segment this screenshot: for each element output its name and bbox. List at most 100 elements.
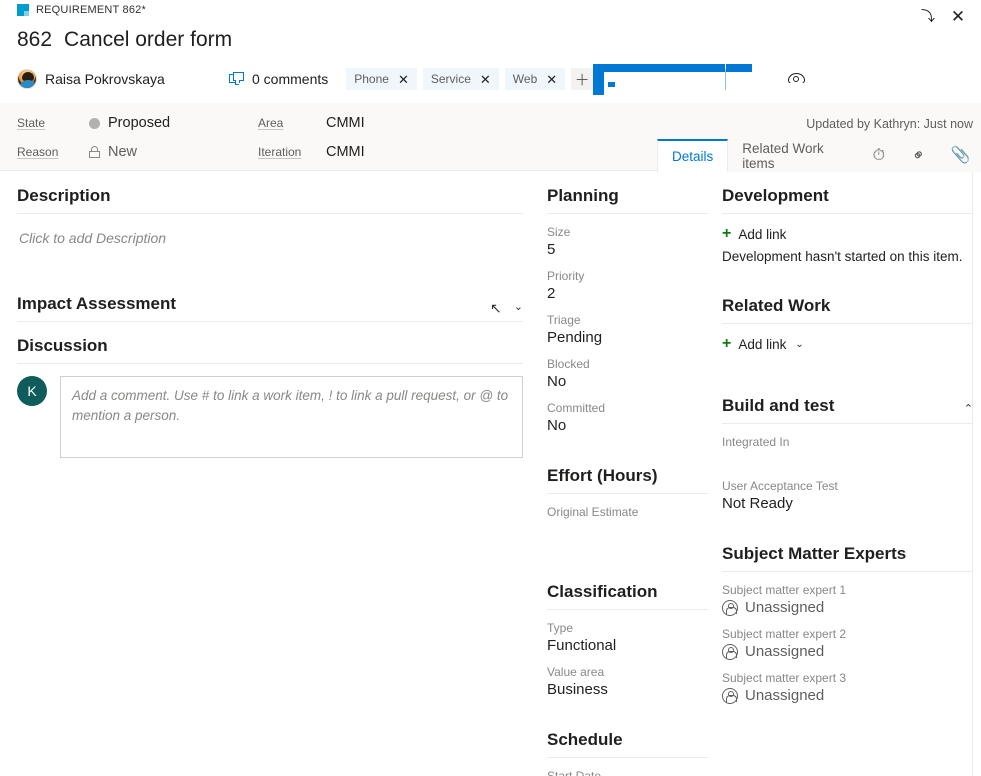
field-value-area[interactable]: Value area Business <box>547 654 708 698</box>
field-label: Integrated In <box>722 435 973 451</box>
related-work-heading: Related Work <box>722 282 973 323</box>
restore-down-icon: ⤵ <box>921 9 935 23</box>
tag-phone[interactable]: Phone ✕ <box>346 68 417 90</box>
area-field[interactable]: Area CMMI <box>258 115 365 131</box>
field-value: Not Ready <box>722 495 973 512</box>
assigned-to-field[interactable]: Raisa Pokrovskaya <box>17 69 229 89</box>
field-value: Pending <box>547 329 708 346</box>
development-add-link-button[interactable]: + Add link <box>722 214 973 242</box>
avatar <box>17 69 37 89</box>
work-item-title[interactable]: Cancel order form <box>64 28 232 52</box>
field-value: No <box>547 417 708 434</box>
tag-web[interactable]: Web ✕ <box>505 68 565 90</box>
field-triage[interactable]: Triage Pending <box>547 302 708 346</box>
close-icon: ✕ <box>951 8 965 25</box>
chevron-down-icon[interactable]: ⌄ <box>795 339 803 350</box>
field-value: No <box>547 373 708 390</box>
field-label: Type <box>547 621 708 637</box>
tab-history[interactable]: ⏱ <box>858 139 899 172</box>
field-size[interactable]: Size 5 <box>547 214 708 258</box>
field-subject-matter-expert-2[interactable]: Subject matter expert 2 Unassigned <box>722 616 973 660</box>
comment-input[interactable]: Add a comment. Use # to link a work item… <box>60 376 523 458</box>
tag-remove-icon[interactable]: ✕ <box>398 73 409 86</box>
field-label: Original Estimate <box>547 505 708 521</box>
plus-icon: + <box>722 336 731 352</box>
discussion-compose-row: K Add a comment. Use # to link a work it… <box>17 364 523 458</box>
effort-heading: Effort (Hours) <box>547 452 708 493</box>
comment-icon <box>229 72 245 86</box>
iteration-field[interactable]: Iteration CMMI <box>258 144 365 160</box>
field-value: Functional <box>547 637 708 654</box>
description-heading: Description <box>17 172 523 213</box>
field-committed[interactable]: Committed No <box>547 390 708 434</box>
work-item-form: REQUIREMENT 862* 862 Cancel order form R… <box>0 0 981 776</box>
field-label: Priority <box>547 269 708 285</box>
person-name: Unassigned <box>745 599 824 616</box>
subject-matter-experts-heading: Subject Matter Experts <box>722 530 973 571</box>
tag-label: Phone <box>354 72 389 86</box>
reason-value: New <box>89 144 137 160</box>
description-input[interactable]: Click to add Description <box>17 214 523 262</box>
attachment-icon: 📎 <box>951 148 971 164</box>
build-and-test-header: Build and test ⌃ <box>722 382 973 423</box>
column-divider <box>972 172 973 776</box>
work-item-id: 862 <box>17 28 52 52</box>
chevron-down-icon[interactable]: ⌄ <box>514 302 523 313</box>
tab-related-work-items[interactable]: Related Work items <box>728 139 858 172</box>
field-value <box>547 521 708 538</box>
field-blocked[interactable]: Blocked No <box>547 346 708 390</box>
field-user-acceptance-test[interactable]: User Acceptance Test Not Ready <box>722 468 973 512</box>
field-value: 2 <box>547 285 708 302</box>
field-priority[interactable]: Priority 2 <box>547 258 708 302</box>
field-value: Unassigned <box>722 687 973 704</box>
lock-icon <box>89 146 100 158</box>
development-heading: Development <box>722 172 973 213</box>
field-label: Committed <box>547 401 708 417</box>
development-note: Development hasn't started on this item. <box>722 242 973 264</box>
tag-list: Phone ✕ Service ✕ Web ✕ ＋ <box>346 68 593 90</box>
field-start-date: Start Date <box>547 758 708 776</box>
field-integrated-in: Integrated In <box>722 424 973 468</box>
related-work-add-link-button[interactable]: + Add link ⌄ <box>722 324 973 352</box>
comments-button[interactable]: 0 comments <box>229 71 328 87</box>
window-controls: ⤵ ✕ <box>913 2 973 30</box>
state-field[interactable]: State Proposed <box>17 115 170 131</box>
area-value: CMMI <box>326 115 365 131</box>
field-value: Unassigned <box>722 643 973 660</box>
add-link-label: Add link <box>738 337 786 352</box>
tab-attachments[interactable]: 📎 <box>940 139 981 172</box>
work-item-type-label: REQUIREMENT 862* <box>36 4 146 16</box>
link-icon: ⚭ <box>909 145 930 166</box>
build-and-test-heading: Build and test <box>722 382 834 423</box>
tab-links[interactable]: ⚭ <box>899 139 940 172</box>
field-subject-matter-expert-3[interactable]: Subject matter expert 3 Unassigned <box>722 660 973 704</box>
restore-button[interactable]: ⤵ <box>913 2 943 30</box>
reason-text: New <box>108 144 137 160</box>
tag-label: Web <box>513 72 537 86</box>
close-button[interactable]: ✕ <box>943 2 973 30</box>
classification-heading: Classification <box>547 568 708 609</box>
save-and-close-button[interactable]: Save & Close ▾ <box>593 64 752 95</box>
work-item-header: REQUIREMENT 862* 862 Cancel order form R… <box>0 0 981 103</box>
form-tabs: Details Related Work items ⏱ ⚭ 📎 <box>657 139 981 172</box>
tag-remove-icon[interactable]: ✕ <box>546 73 557 86</box>
state-dot-icon <box>89 118 100 129</box>
iteration-label: Iteration <box>258 145 326 159</box>
tab-details[interactable]: Details <box>657 139 728 172</box>
impact-assessment-header: Impact Assessment ↗ ⌄ <box>17 280 523 321</box>
field-original-estimate[interactable]: Original Estimate <box>547 494 708 538</box>
field-value: 5 <box>547 241 708 258</box>
field-label: Subject matter expert 2 <box>722 627 973 643</box>
work-item-type-row: REQUIREMENT 862* <box>17 4 146 16</box>
field-type[interactable]: Type Functional <box>547 610 708 654</box>
iteration-value: CMMI <box>326 144 365 160</box>
tag-service[interactable]: Service ✕ <box>423 68 499 90</box>
field-subject-matter-expert-1[interactable]: Subject matter expert 1 Unassigned <box>722 572 973 616</box>
left-column: Description Click to add Description Imp… <box>0 172 540 776</box>
tag-remove-icon[interactable]: ✕ <box>480 73 491 86</box>
field-value: Unassigned <box>722 599 973 616</box>
state-text: Proposed <box>108 115 170 131</box>
add-tag-button[interactable]: ＋ <box>571 68 593 90</box>
field-value <box>722 451 973 468</box>
expand-icon[interactable]: ↗ <box>490 301 502 315</box>
